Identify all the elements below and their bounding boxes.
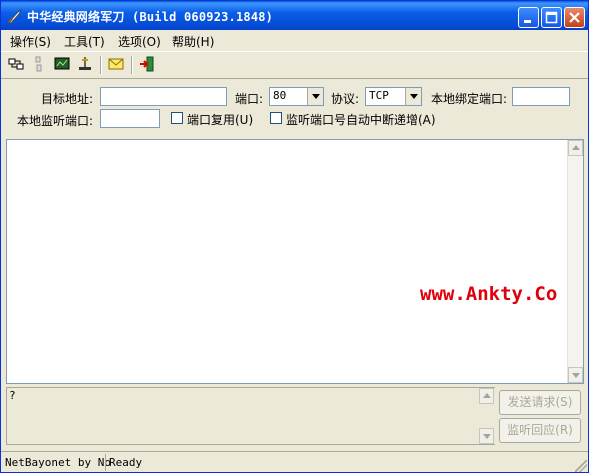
local-listen-port-input[interactable] <box>100 109 160 128</box>
watermark-text: www.Ankty.Co <box>420 283 558 305</box>
output-textarea[interactable] <box>6 139 584 384</box>
auto-increment-label[interactable]: 监听端口号自动中断递增(A) <box>286 111 436 128</box>
send-textarea[interactable]: ? <box>6 387 495 445</box>
minimize-button[interactable] <box>518 7 539 28</box>
menu-options[interactable]: 选项(O) <box>118 33 161 50</box>
menu-bar: 操作(S) 工具(T) 选项(O) 帮助(H) <box>1 30 588 50</box>
maximize-icon <box>545 11 558 24</box>
send-scrollbar[interactable] <box>479 388 495 444</box>
local-bind-port-label: 本地绑定端口: <box>431 92 508 106</box>
close-icon <box>569 12 580 23</box>
status-ready: Ready <box>109 456 143 469</box>
tool-icon[interactable] <box>77 56 93 72</box>
resize-grip-icon[interactable] <box>575 460 587 472</box>
status-left: NetBayonet by No <box>5 456 111 469</box>
knife-icon <box>7 8 23 24</box>
toolbar-separator <box>131 56 133 74</box>
local-bind-port-input[interactable] <box>512 87 570 106</box>
menu-operate[interactable]: 操作(S) <box>10 33 51 50</box>
scroll-up-icon[interactable] <box>479 388 494 404</box>
chevron-down-icon[interactable] <box>405 88 421 105</box>
scroll-down-icon[interactable] <box>568 367 583 383</box>
port-reuse-checkbox[interactable] <box>171 112 183 124</box>
connect-icon[interactable] <box>8 56 24 72</box>
chevron-down-icon[interactable] <box>307 88 323 105</box>
protocol-value: TCP <box>369 89 389 102</box>
toolbar <box>1 51 588 79</box>
status-divider <box>105 454 106 471</box>
exit-icon[interactable] <box>139 56 155 72</box>
auto-increment-checkbox[interactable] <box>270 112 282 124</box>
scroll-up-icon[interactable] <box>568 140 583 156</box>
menu-tools[interactable]: 工具(T) <box>64 33 105 50</box>
send-request-button[interactable]: 发送请求(S) <box>499 390 581 415</box>
protocol-select[interactable]: TCP <box>365 87 422 106</box>
title-bar[interactable]: 中华经典网络军刀 (Build 060923.1848) <box>1 1 588 30</box>
mail-icon[interactable] <box>108 56 124 72</box>
target-address-label: 目标地址: <box>41 92 94 106</box>
port-label: 端口: <box>235 92 264 106</box>
menu-help[interactable]: 帮助(H) <box>172 33 214 50</box>
listen-reply-button[interactable]: 监听回应(R) <box>499 418 581 443</box>
port-select[interactable]: 80 <box>269 87 324 106</box>
app-window: 中华经典网络军刀 (Build 060923.1848) 操作(S) 工具(T)… <box>0 0 589 473</box>
send-text: ? <box>9 389 16 402</box>
protocol-label: 协议: <box>331 92 360 106</box>
scroll-down-icon[interactable] <box>479 428 494 444</box>
port-value: 80 <box>273 89 287 102</box>
local-listen-port-label: 本地监听端口: <box>17 114 94 128</box>
close-button[interactable] <box>564 7 585 28</box>
maximize-button[interactable] <box>541 7 562 28</box>
window-title: 中华经典网络军刀 (Build 060923.1848) <box>27 10 274 24</box>
status-bar: NetBayonet by No Ready <box>1 451 588 472</box>
minimize-icon <box>524 20 531 23</box>
monitor-icon[interactable] <box>54 56 70 72</box>
port-reuse-label[interactable]: 端口复用(U) <box>187 111 253 128</box>
disconnect-icon[interactable] <box>31 56 47 72</box>
target-address-input[interactable] <box>100 87 227 106</box>
output-scrollbar[interactable] <box>567 140 583 383</box>
toolbar-separator <box>100 56 102 74</box>
